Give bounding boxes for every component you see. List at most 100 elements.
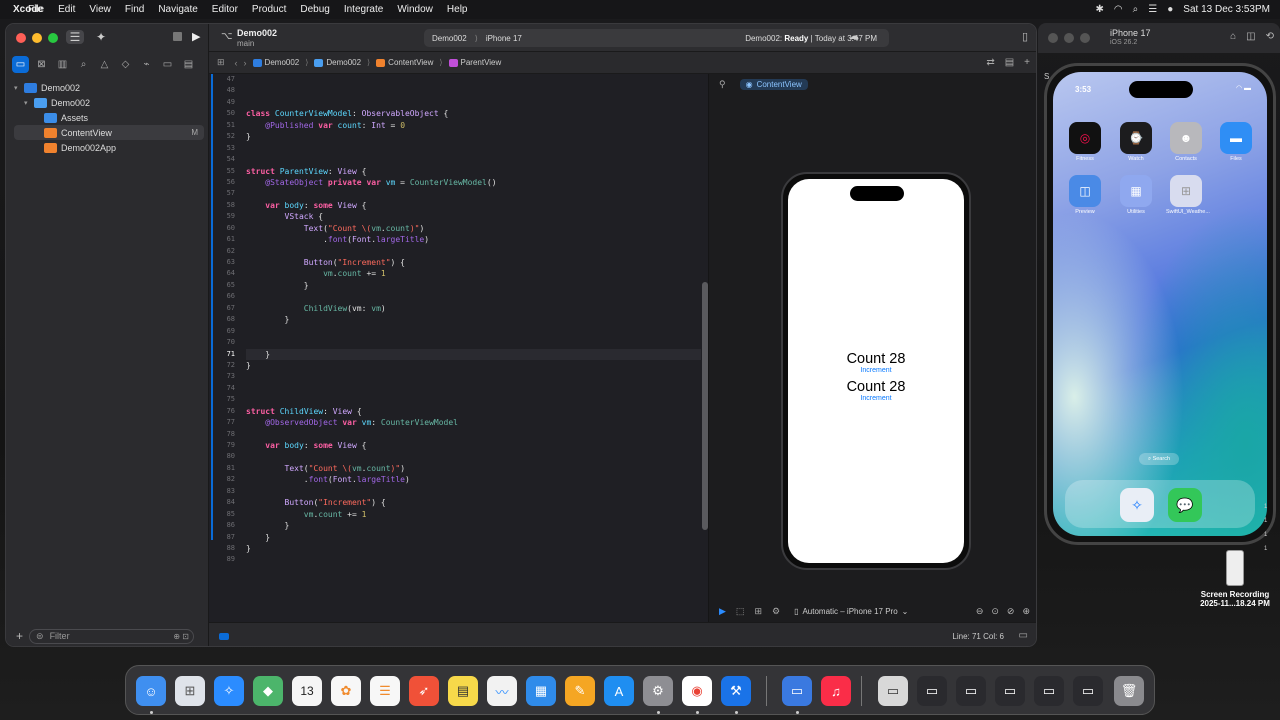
finder-icon[interactable]: ☺ xyxy=(136,676,166,706)
run-icon[interactable]: ▶ xyxy=(192,30,200,43)
branch-name[interactable]: main xyxy=(237,39,254,48)
app-preview[interactable]: ◫ Preview xyxy=(1065,175,1105,215)
notes-icon[interactable]: ▤ xyxy=(448,676,478,706)
selectable-icon[interactable]: ⬚ xyxy=(736,606,745,617)
preview-tab[interactable]: ◉ ContentView xyxy=(739,78,808,90)
debug-navigator-icon[interactable]: ⌁ xyxy=(138,56,155,73)
filter-options-icon[interactable]: ⊕ ⊡ xyxy=(173,632,189,641)
zoom-in-icon[interactable]: ⊕ xyxy=(1022,606,1030,617)
chrome-icon[interactable]: ◉ xyxy=(682,676,712,706)
project-navigator-icon[interactable]: ▭ xyxy=(12,56,29,73)
minimized-window-icon[interactable]: ▭ xyxy=(878,676,908,706)
messages-icon[interactable]: 💬 xyxy=(1168,488,1202,522)
menu-app[interactable]: Xcode xyxy=(8,4,48,15)
report-navigator-icon[interactable]: ▤ xyxy=(180,56,197,73)
chevron-down-icon[interactable]: ▾ xyxy=(14,84,24,92)
device-selector[interactable]: ▯ Automatic – iPhone 17 Pro ⌄ xyxy=(794,607,908,616)
tree-item-folder[interactable]: ▾ Demo002 xyxy=(14,95,204,110)
simulator-screen[interactable]: 3:53 ◠ ▬ ◎ Fitness ⌚ Watch ☻ Contacts ▬ … xyxy=(1053,72,1267,536)
breadcrumb-symbol[interactable]: ParentView xyxy=(448,58,501,67)
minimized-window-icon[interactable]: ▭ xyxy=(995,676,1025,706)
minimized-window-icon[interactable]: ▭ xyxy=(1034,676,1064,706)
preview-increment-button[interactable]: Increment xyxy=(788,395,964,402)
preview-increment-button[interactable]: Increment xyxy=(788,367,964,374)
app-contacts[interactable]: ☻ Contacts xyxy=(1166,122,1206,162)
live-preview-icon[interactable]: ▶ xyxy=(719,606,726,617)
music-icon[interactable]: ♫ xyxy=(821,676,851,706)
launchpad-icon[interactable]: ⊞ xyxy=(175,676,205,706)
app-store-icon[interactable]: A xyxy=(604,676,634,706)
pages-icon[interactable]: ✎ xyxy=(565,676,595,706)
tree-item-app[interactable]: Demo002App xyxy=(14,140,204,155)
freeform-icon[interactable]: 〰 xyxy=(487,676,517,706)
menu-view[interactable]: View xyxy=(89,4,111,15)
cloud-icon[interactable]: ☁ xyxy=(849,31,859,42)
pin-icon[interactable]: ⚲ xyxy=(719,79,726,90)
filter-input[interactable]: ⊜ Filter ⊕ ⊡ xyxy=(29,628,195,644)
close-button[interactable] xyxy=(1048,33,1058,43)
keynote-icon[interactable]: ▦ xyxy=(526,676,556,706)
simulator-icon[interactable]: ▭ xyxy=(782,676,812,706)
app-swiftui-weather[interactable]: ⊞ SwiftUI_Weathe... xyxy=(1166,175,1210,215)
system-settings-icon[interactable]: ⚙ xyxy=(643,676,673,706)
breadcrumb-file[interactable]: ContentView xyxy=(376,58,433,67)
app-utilities[interactable]: ▦ Utilities xyxy=(1116,175,1156,215)
stop-icon[interactable] xyxy=(173,32,182,41)
code-editor[interactable]: 47 48 49 50 51 52 53 54 55 56 57 58 59 60 61 62 63 64 65 66… xyxy=(209,74,708,622)
search-icon[interactable]: ⌕ xyxy=(1133,4,1139,15)
close-button[interactable] xyxy=(16,33,26,43)
rotate-icon[interactable]: ⟲ xyxy=(1266,31,1274,42)
minimized-window-icon[interactable]: ▭ xyxy=(1073,676,1103,706)
related-items-icon[interactable]: ⇄ xyxy=(986,57,994,68)
user-icon[interactable]: ● xyxy=(1167,4,1173,15)
app-fitness[interactable]: ◎ Fitness xyxy=(1065,122,1105,162)
screen-recording-file[interactable]: Screen Recording 2025-11...18.24 PM xyxy=(1190,550,1280,608)
minimized-window-icon[interactable]: ▭ xyxy=(956,676,986,706)
editor-options-icon[interactable]: ▤ xyxy=(1005,57,1014,68)
variants-icon[interactable]: ⊞ xyxy=(754,606,762,617)
safari-icon[interactable]: ✧ xyxy=(1120,488,1154,522)
app-files[interactable]: ▬ Files xyxy=(1216,122,1256,162)
source-control-icon[interactable]: ⊠ xyxy=(33,56,50,73)
find-navigator-icon[interactable]: ⌕ xyxy=(75,56,92,73)
menu-edit[interactable]: Edit xyxy=(58,4,75,15)
reminders-icon[interactable]: ☰ xyxy=(370,676,400,706)
minimize-button[interactable] xyxy=(1064,33,1074,43)
menu-help[interactable]: Help xyxy=(447,4,468,15)
control-center-icon[interactable]: ☰ xyxy=(1148,4,1157,15)
zoom-out-icon[interactable]: ⊖ xyxy=(976,606,984,617)
menu-navigate[interactable]: Navigate xyxy=(158,4,197,15)
home-icon[interactable]: ⌂ xyxy=(1230,31,1236,42)
menu-editor[interactable]: Editor xyxy=(212,4,238,15)
symbol-navigator-icon[interactable]: ▥ xyxy=(54,56,71,73)
forward-icon[interactable]: › xyxy=(244,58,247,68)
menu-window[interactable]: Window xyxy=(397,4,433,15)
minimize-button[interactable] xyxy=(32,33,42,43)
menu-clock[interactable]: Sat 13 Dec 3:53PM xyxy=(1183,4,1270,15)
trash-icon[interactable]: 🗑 xyxy=(1114,676,1144,706)
chevron-down-icon[interactable]: ▾ xyxy=(24,99,34,107)
app-watch[interactable]: ⌚ Watch xyxy=(1116,122,1156,162)
add-editor-icon[interactable]: + xyxy=(1024,57,1030,68)
menu-find[interactable]: Find xyxy=(125,4,144,15)
test-navigator-icon[interactable]: ◇ xyxy=(117,56,134,73)
source-code[interactable]: class CounterViewModel: ObservableObject… xyxy=(246,74,701,566)
menu-product[interactable]: Product xyxy=(252,4,286,15)
photos-icon[interactable]: ✿ xyxy=(331,676,361,706)
run-destination[interactable]: iPhone 17 xyxy=(486,34,522,43)
menu-debug[interactable]: Debug xyxy=(300,4,329,15)
grid-icon[interactable]: ⊞ xyxy=(217,57,225,68)
add-icon[interactable]: ✦ xyxy=(92,30,110,44)
zoom-button[interactable] xyxy=(48,33,58,43)
minimized-window-icon[interactable]: ▭ xyxy=(917,676,947,706)
project-name[interactable]: Demo002 xyxy=(237,28,277,38)
zoom-fit-icon[interactable]: ⊙ xyxy=(991,606,999,617)
debug-area-toggle-icon[interactable] xyxy=(219,633,229,640)
scheme-selector[interactable]: Demo002 xyxy=(432,34,467,43)
device-settings-icon[interactable]: ⚙ xyxy=(772,606,780,617)
tree-item-assets[interactable]: Assets xyxy=(14,110,204,125)
zoom-button[interactable] xyxy=(1080,33,1090,43)
tree-item-project[interactable]: ▾ Demo002 xyxy=(14,80,204,95)
panel-toggle-icon[interactable]: ▭ xyxy=(1019,630,1028,641)
xcode-icon[interactable]: ⚒ xyxy=(721,676,751,706)
